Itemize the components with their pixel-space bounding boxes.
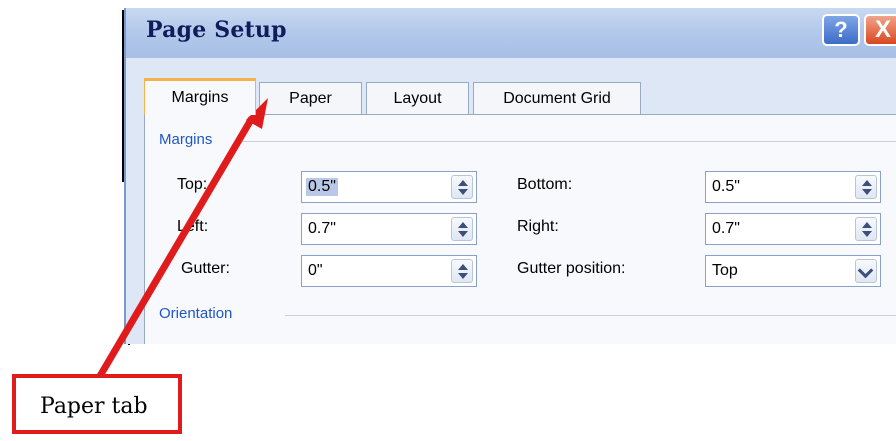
tab-margins[interactable]: Margins — [144, 78, 256, 115]
tab-label: Margins — [171, 89, 229, 106]
annotation-arrow-line — [96, 116, 256, 378]
annotation-callout: Paper tab — [12, 374, 182, 434]
annotation-label: Paper tab — [40, 394, 148, 419]
